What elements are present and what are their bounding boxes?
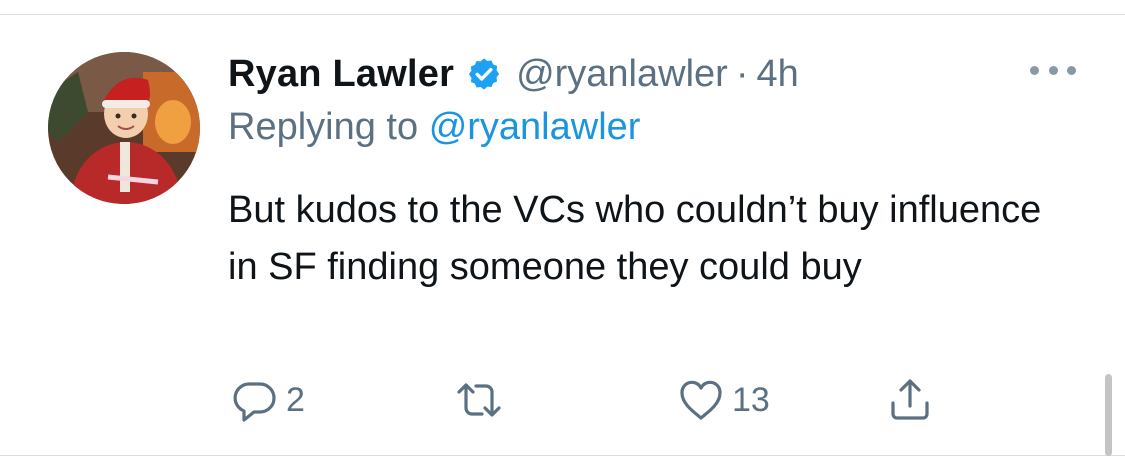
- retweet-button[interactable]: [452, 372, 506, 428]
- more-dot: [1048, 65, 1058, 75]
- replying-to-line: Replying to @ryanlawler: [228, 106, 640, 149]
- tweet-text: But kudos to the VCs who couldn’t buy in…: [228, 189, 1042, 288]
- author-name[interactable]: Ryan Lawler: [228, 53, 454, 96]
- retweet-icon: [452, 375, 506, 425]
- reply-icon: [230, 375, 280, 425]
- avatar[interactable]: [48, 52, 200, 204]
- more-dot: [1067, 65, 1076, 75]
- verified-badge-icon: [466, 56, 502, 92]
- like-button[interactable]: 13: [676, 372, 770, 428]
- timestamp[interactable]: 4h: [756, 53, 798, 96]
- replying-to-handle[interactable]: @ryanlawler: [429, 106, 641, 148]
- reply-count: 2: [286, 380, 305, 419]
- like-heart-icon: [676, 375, 726, 425]
- share-icon: [885, 375, 935, 425]
- top-divider: [0, 14, 1125, 15]
- more-options-icon[interactable]: [1030, 62, 1076, 78]
- tweet-actions: 2 13: [0, 372, 1125, 428]
- replying-to-label: Replying to: [228, 106, 419, 148]
- scrollbar[interactable]: [1105, 374, 1112, 456]
- reply-button[interactable]: 2: [230, 372, 305, 428]
- tweet-header: Ryan Lawler @ryanlawler · 4h: [228, 46, 799, 102]
- author-handle[interactable]: @ryanlawler: [516, 53, 728, 96]
- more-dot: [1030, 65, 1039, 75]
- share-button[interactable]: [885, 372, 935, 428]
- bottom-divider: [0, 455, 1125, 456]
- like-count: 13: [732, 380, 770, 419]
- separator-dot: ·: [735, 52, 749, 95]
